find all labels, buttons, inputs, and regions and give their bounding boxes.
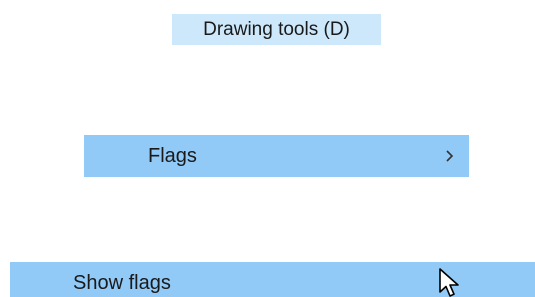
menu-item-flags[interactable]: Flags bbox=[84, 135, 469, 177]
tooltip-text: Drawing tools (D) bbox=[203, 19, 350, 40]
menu-item-flags-label: Flags bbox=[148, 145, 197, 167]
menu-item-show-flags-label: Show flags bbox=[73, 272, 171, 294]
mouse-pointer-icon bbox=[439, 268, 459, 297]
chevron-right-icon bbox=[446, 150, 454, 162]
drawing-tools-tooltip: Drawing tools (D) bbox=[172, 14, 381, 45]
